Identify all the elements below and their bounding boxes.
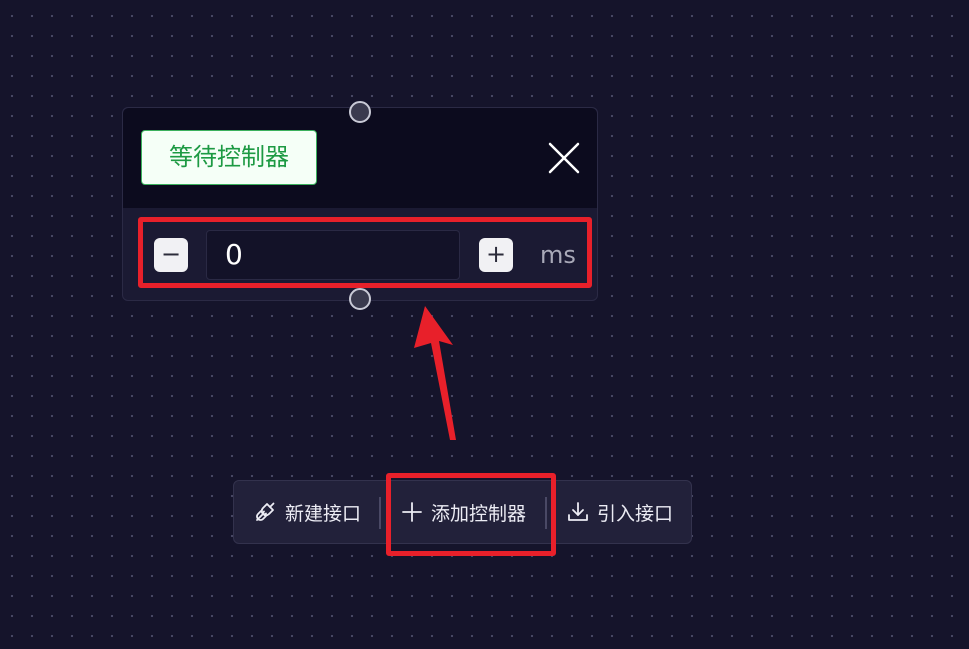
decrement-button[interactable]: − bbox=[154, 238, 188, 272]
node-header: 等待控制器 bbox=[123, 108, 597, 208]
import-interface-button[interactable]: 引入接口 bbox=[567, 495, 673, 529]
add-controller-button[interactable]: 添加控制器 bbox=[401, 495, 526, 529]
node-type-tag: 等待控制器 bbox=[141, 130, 317, 185]
toolbar-divider bbox=[379, 497, 381, 529]
plug-icon bbox=[256, 502, 275, 521]
toolbar-divider bbox=[545, 497, 547, 529]
annotation-arrow bbox=[414, 306, 456, 440]
duration-input[interactable]: 0 bbox=[206, 230, 460, 280]
close-icon[interactable] bbox=[547, 141, 581, 175]
node-input-handle[interactable] bbox=[349, 101, 371, 123]
increment-button[interactable]: + bbox=[479, 238, 513, 272]
add-controller-label: 添加控制器 bbox=[431, 502, 527, 525]
plus-icon bbox=[402, 502, 422, 522]
node-output-handle[interactable] bbox=[349, 288, 371, 310]
unit-label: ms bbox=[540, 241, 576, 269]
wait-duration-stepper: − 0 + bbox=[142, 229, 522, 280]
download-icon bbox=[568, 502, 588, 521]
bottom-toolbar: 新建接口 添加控制器 引入接口 bbox=[233, 480, 692, 544]
wait-controller-node[interactable]: 等待控制器 − 0 + ms bbox=[122, 107, 598, 301]
import-interface-label: 引入接口 bbox=[597, 502, 674, 525]
new-interface-label: 新建接口 bbox=[285, 502, 362, 525]
new-interface-button[interactable]: 新建接口 bbox=[253, 495, 361, 529]
